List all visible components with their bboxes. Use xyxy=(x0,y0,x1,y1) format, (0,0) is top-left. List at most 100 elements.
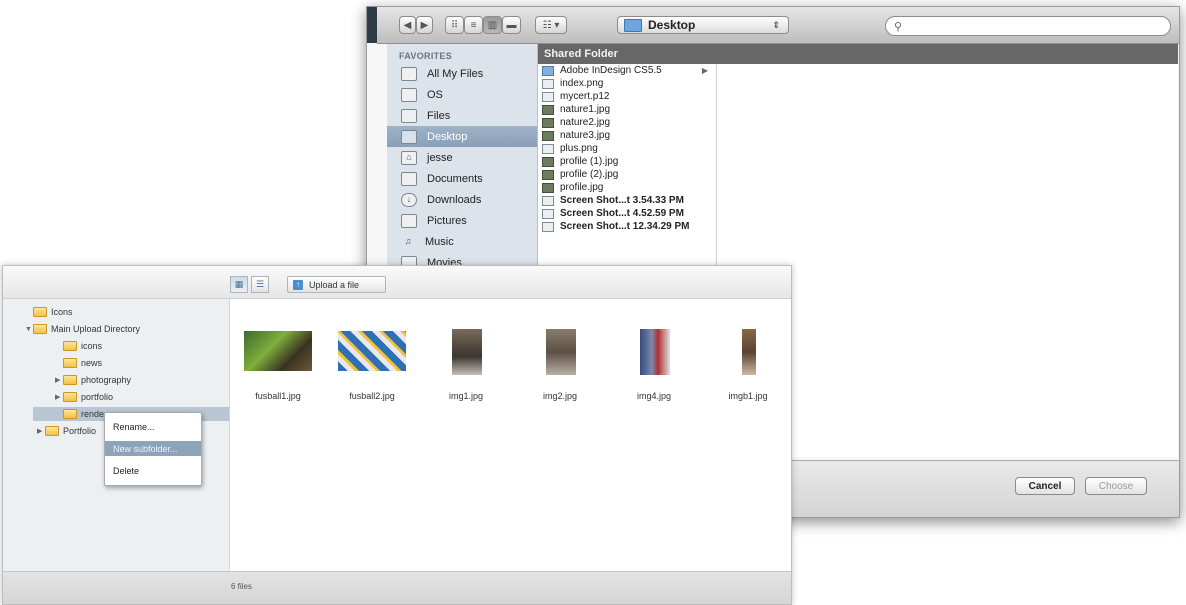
coverflow-view-button[interactable]: ▬ xyxy=(502,16,521,34)
sidebar-item-label: Files xyxy=(427,109,451,122)
web-file-manager: ▦ ☰ ↑ Upload a file Icons ▼ Main Upload D… xyxy=(2,265,792,605)
upload-label: Upload a file xyxy=(309,279,360,290)
sidebar-item-label: Downloads xyxy=(427,193,482,206)
file-name: nature2.jpg xyxy=(560,117,611,128)
thumbnail-item[interactable]: img1.jpg xyxy=(426,315,506,401)
cancel-button[interactable]: Cancel xyxy=(1015,477,1075,495)
rename-menu-item[interactable]: Rename... xyxy=(105,419,201,434)
file-item[interactable]: Screen Shot...t 4.52.59 PM xyxy=(538,207,716,220)
file-item[interactable]: plus.png xyxy=(538,142,716,155)
tree-item-icons-root[interactable]: Icons xyxy=(33,305,73,319)
forward-button[interactable]: ▶ xyxy=(416,16,433,34)
music-icon: ♫ xyxy=(404,235,412,246)
sidebar-item-label: jesse xyxy=(427,151,453,164)
file-item[interactable]: nature2.jpg xyxy=(538,116,716,129)
file-name: plus.png xyxy=(560,143,598,154)
folder-icon xyxy=(624,18,642,32)
file-item[interactable]: profile (1).jpg xyxy=(538,155,716,168)
photo-thumbnail xyxy=(742,329,756,375)
file-item[interactable]: nature1.jpg xyxy=(538,103,716,116)
arrange-menu-button[interactable]: ☷ ▾ xyxy=(535,16,567,34)
tree-item-photography[interactable]: ▶ photography xyxy=(55,373,131,387)
collapsed-arrow-icon[interactable]: ▶ xyxy=(55,393,63,401)
tree-label: Main Upload Directory xyxy=(51,324,141,334)
column-view-button[interactable]: ▥ xyxy=(483,16,502,34)
choose-button[interactable]: Choose xyxy=(1085,477,1147,495)
file-item[interactable]: nature3.jpg xyxy=(538,129,716,142)
folder-icon xyxy=(33,307,47,317)
tree-item-main-upload-directory[interactable]: ▼ Main Upload Directory xyxy=(25,322,141,336)
folder-icon xyxy=(63,392,77,402)
list-view-button[interactable]: ☰ xyxy=(251,276,269,293)
tree-label: icons xyxy=(81,341,103,351)
tree-item-icons[interactable]: icons xyxy=(63,339,102,353)
back-button[interactable]: ◀ xyxy=(399,16,416,34)
file-count-status: 6 files xyxy=(231,582,252,591)
image-file-icon xyxy=(542,130,554,141)
sidebar-item-documents[interactable]: Documents xyxy=(387,168,537,189)
collapsed-arrow-icon[interactable]: ▶ xyxy=(55,376,63,384)
upload-file-button[interactable]: ↑ Upload a file xyxy=(287,276,386,293)
tree-item-portfolio-root[interactable]: ▶ Portfolio xyxy=(37,424,96,438)
file-item[interactable]: Screen Shot...t 3.54.33 PM xyxy=(538,194,716,207)
sidebar-item-all-my-files[interactable]: All My Files xyxy=(387,63,537,84)
sidebar-item-pictures[interactable]: Pictures xyxy=(387,210,537,231)
file-item[interactable]: index.png xyxy=(538,77,716,90)
column-title: Shared Folder xyxy=(538,44,1178,64)
sidebar-item-files[interactable]: Files xyxy=(387,105,537,126)
expand-arrow-icon[interactable]: ▼ xyxy=(25,326,33,333)
sidebar-item-os[interactable]: OS xyxy=(387,84,537,105)
photo-thumbnail xyxy=(452,329,482,375)
file-name: Screen Shot...t 12.34.29 PM xyxy=(560,221,690,232)
sidebar-item-music[interactable]: ♫ Music xyxy=(387,231,537,252)
sidebar-item-label: Documents xyxy=(427,172,483,185)
dialog-toolbar: ◀ ▶ ⠿ ≡ ▥ ▬ ☷ ▾ Desktop ⇕ ⚲ xyxy=(377,7,1179,44)
folder-icon xyxy=(45,426,59,436)
tree-item-news[interactable]: news xyxy=(63,356,102,370)
context-menu: Rename... New subfolder... Delete xyxy=(104,412,202,486)
file-column: Adobe InDesign CS5.5 ▶ index.png mycert.p… xyxy=(538,64,717,274)
screenshot-file-icon xyxy=(542,208,554,219)
document-icon xyxy=(542,91,554,102)
tree-label: portfolio xyxy=(81,392,114,402)
file-name: Screen Shot...t 4.52.59 PM xyxy=(560,208,684,219)
photo-thumbnail xyxy=(244,331,312,371)
grid-view-button[interactable]: ▦ xyxy=(230,276,248,293)
icon-view-button[interactable]: ⠿ xyxy=(445,16,464,34)
thumbnail-item[interactable]: img2.jpg xyxy=(520,315,600,401)
search-field[interactable]: ⚲ xyxy=(885,16,1171,36)
photo-thumbnail xyxy=(338,331,406,371)
drive-icon xyxy=(401,108,417,123)
sidebar-item-label: OS xyxy=(427,88,443,101)
image-file-icon xyxy=(542,169,554,180)
file-name: profile (1).jpg xyxy=(560,156,619,167)
file-item[interactable]: profile.jpg xyxy=(538,181,716,194)
thumbnail-item[interactable]: img4.jpg xyxy=(614,315,694,401)
tree-item-portfolio[interactable]: ▶ portfolio xyxy=(55,390,113,404)
file-name: mycert.p12 xyxy=(560,91,610,102)
file-item[interactable]: profile (2).jpg xyxy=(538,168,716,181)
location-popup[interactable]: Desktop ⇕ xyxy=(617,16,789,34)
sidebar-item-jesse[interactable]: ⌂ jesse xyxy=(387,147,537,168)
image-file-icon xyxy=(542,117,554,128)
thumbnail-caption: fusball2.jpg xyxy=(349,391,395,401)
file-item[interactable]: Adobe InDesign CS5.5 ▶ xyxy=(538,64,716,77)
disclosure-arrow-icon: ▶ xyxy=(701,66,708,75)
thumbnail-item[interactable]: fusball2.jpg xyxy=(332,315,412,401)
file-item[interactable]: mycert.p12 xyxy=(538,90,716,103)
list-view-button[interactable]: ≡ xyxy=(464,16,483,34)
thumbnail-item[interactable]: imgb1.jpg xyxy=(708,315,788,401)
delete-menu-item[interactable]: Delete xyxy=(105,463,201,478)
new-subfolder-menu-item[interactable]: New subfolder... xyxy=(105,441,201,456)
thumbnail-item[interactable]: fusball1.jpg xyxy=(238,315,318,401)
drive-icon xyxy=(401,87,417,102)
file-name: nature3.jpg xyxy=(560,130,611,141)
file-item[interactable]: Screen Shot...t 12.34.29 PM xyxy=(538,220,716,233)
sidebar-item-desktop[interactable]: Desktop xyxy=(387,126,537,147)
sidebar-item-downloads[interactable]: ↓ Downloads xyxy=(387,189,537,210)
thumbnail-caption: img2.jpg xyxy=(542,391,578,401)
upload-icon: ↑ xyxy=(293,279,303,290)
collapsed-arrow-icon[interactable]: ▶ xyxy=(37,427,45,435)
downloads-icon: ↓ xyxy=(401,192,417,207)
search-icon: ⚲ xyxy=(894,20,903,33)
